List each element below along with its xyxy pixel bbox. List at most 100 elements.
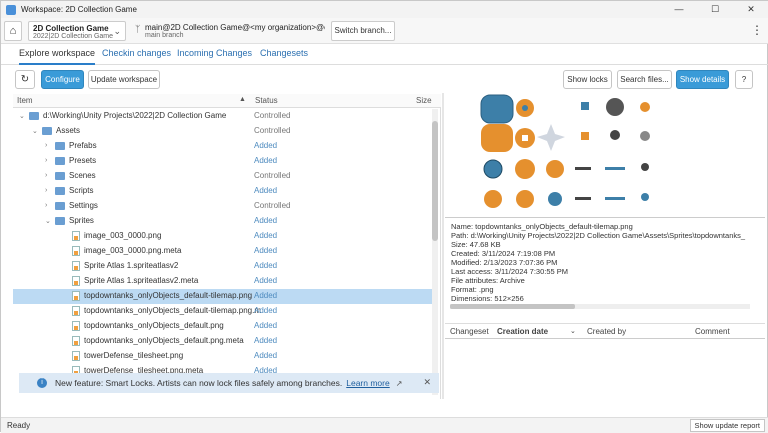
tree-row[interactable]: topdowntanks_onlyObjects_default-tilemap… xyxy=(13,289,433,304)
switch-branch-button[interactable]: Switch branch... xyxy=(331,21,395,41)
tree-row[interactable]: › Scenes Controlled xyxy=(13,169,433,184)
column-size[interactable]: Size xyxy=(416,96,432,105)
tree-row[interactable]: topdowntanks_onlyObjects_default-tilemap… xyxy=(13,304,433,319)
tree-row[interactable]: › Prefabs Added xyxy=(13,139,433,154)
item-name: Assets xyxy=(56,126,81,135)
external-link-icon[interactable]: ↗ xyxy=(396,379,403,388)
item-status: Added xyxy=(254,351,278,360)
branch-name: main@2D Collection Game@<my organization… xyxy=(145,23,325,32)
close-icon[interactable]: ✕ xyxy=(733,1,768,18)
preview-splitter[interactable] xyxy=(445,217,765,218)
app-window: Workspace: 2D Collection Game — ☐ ✕ ⌂ 2D… xyxy=(0,0,768,433)
file-icon xyxy=(72,336,80,346)
item-name: Sprite Atlas 1.spriteatlasv2 xyxy=(84,261,179,270)
folder-icon xyxy=(55,217,65,225)
chevron-right-icon[interactable]: › xyxy=(45,187,47,194)
file-icon xyxy=(72,321,80,331)
item-name: Sprite Atlas 1.spriteatlasv2.meta xyxy=(84,276,199,285)
learn-more-link[interactable]: Learn more xyxy=(346,378,389,388)
chevron-down-icon[interactable]: ⌄ xyxy=(570,327,576,335)
tree-row[interactable]: Sprite Atlas 1.spriteatlasv2.meta Added xyxy=(13,274,433,289)
configure-button[interactable]: Configure xyxy=(41,70,84,89)
chevron-down-icon[interactable]: ⌄ xyxy=(19,112,25,120)
tree-row[interactable]: › Scripts Added xyxy=(13,184,433,199)
tree-row[interactable]: towerDefense_tilesheet.png Added xyxy=(13,349,433,364)
tree-row[interactable]: ⌄ Assets Controlled xyxy=(13,124,433,139)
chevron-down-icon[interactable]: ⌄ xyxy=(45,217,51,225)
close-notice-icon[interactable]: ✕ xyxy=(423,377,431,388)
item-name: topdowntanks_onlyObjects_default.png xyxy=(84,321,224,330)
tree-row[interactable]: image_003_0000.png Added xyxy=(13,229,433,244)
show-details-button[interactable]: Show details xyxy=(676,70,729,89)
maximize-icon[interactable]: ☐ xyxy=(697,1,733,18)
status-text: Ready xyxy=(7,421,31,430)
tab-explore-workspace[interactable]: Explore workspace xyxy=(19,48,96,65)
window-title: Workspace: 2D Collection Game xyxy=(21,5,137,14)
top-bar: ⌂ 2D Collection Game 2022|2D Collection … xyxy=(1,18,768,44)
tab-changesets[interactable]: Changesets xyxy=(260,48,308,65)
image-preview xyxy=(445,93,765,217)
branch-selector[interactable]: ᛉ main@2D Collection Game@<my organizati… xyxy=(131,21,327,41)
tree-row[interactable]: image_003_0000.png.meta Added xyxy=(13,244,433,259)
item-status: Added xyxy=(254,246,278,255)
tab-checkin-changes[interactable]: Checkin changes xyxy=(102,48,171,65)
show-locks-button[interactable]: Show locks xyxy=(563,70,612,89)
info-size: Size: 47.68 KB xyxy=(451,240,501,249)
window-controls: — ☐ ✕ xyxy=(661,1,768,18)
tree-row[interactable]: › Settings Controlled xyxy=(13,199,433,214)
item-status: Controlled xyxy=(254,171,291,180)
item-status: Added xyxy=(254,231,278,240)
item-name: Scripts xyxy=(69,186,94,195)
tree-row[interactable]: Sprite Atlas 1.spriteatlasv2 Added xyxy=(13,259,433,274)
search-files-button[interactable]: Search files... xyxy=(617,70,672,89)
item-status: Added xyxy=(254,216,278,225)
home-icon[interactable]: ⌂ xyxy=(4,21,22,41)
feature-notice: i New feature: Smart Locks. Artists can … xyxy=(19,373,439,393)
chevron-right-icon[interactable]: › xyxy=(45,202,47,209)
tree-scrollbar[interactable] xyxy=(432,109,438,395)
update-workspace-button[interactable]: Update workspace xyxy=(88,70,160,89)
sort-up-icon[interactable]: ▲ xyxy=(239,96,246,103)
column-created-by[interactable]: Created by xyxy=(587,327,626,336)
chevron-down-icon[interactable]: ⌄ xyxy=(32,127,38,135)
file-icon xyxy=(72,231,80,241)
item-name: topdowntanks_onlyObjects_default-tilemap… xyxy=(84,291,253,300)
folder-icon xyxy=(29,112,39,120)
tree-rows: ⌄ d:\Working\Unity Projects\2022|2D Colle… xyxy=(13,109,433,379)
info-scrollbar[interactable] xyxy=(450,304,750,309)
chevron-right-icon[interactable]: › xyxy=(45,172,47,179)
item-status: Added xyxy=(254,291,278,300)
tree-row[interactable]: topdowntanks_onlyObjects_default.png.met… xyxy=(13,334,433,349)
chevron-right-icon[interactable]: › xyxy=(45,157,47,164)
column-comment[interactable]: Comment xyxy=(695,327,730,336)
repository-selector[interactable]: 2D Collection Game 2022|2D Collection Ga… xyxy=(28,21,126,41)
tree-row[interactable]: › Presets Added xyxy=(13,154,433,169)
more-options-icon[interactable]: ⋮ xyxy=(751,23,763,37)
item-status: Added xyxy=(254,156,278,165)
item-name: topdowntanks_onlyObjects_default-tilemap… xyxy=(84,306,261,315)
folder-icon xyxy=(55,202,65,210)
pane-splitter[interactable] xyxy=(442,93,444,399)
item-name: d:\Working\Unity Projects\2022|2D Collec… xyxy=(43,111,227,120)
file-icon xyxy=(72,291,80,301)
column-changeset[interactable]: Changeset xyxy=(450,327,489,336)
item-name: Presets xyxy=(69,156,97,165)
item-status: Added xyxy=(254,336,278,345)
help-icon[interactable]: ? xyxy=(735,70,753,89)
info-attributes: File attributes: Archive xyxy=(451,276,525,285)
workspace-tree-pane: Item ▲ Status Size ⌄ d:\Working\Unity Pro… xyxy=(13,94,441,399)
show-update-report-button[interactable]: Show update report xyxy=(689,419,765,432)
grid-header-line xyxy=(445,338,765,339)
tree-row[interactable]: ⌄ d:\Working\Unity Projects\2022|2D Colle… xyxy=(13,109,433,124)
column-creation-date[interactable]: Creation date xyxy=(497,327,548,336)
tree-row[interactable]: topdowntanks_onlyObjects_default.png Adde… xyxy=(13,319,433,334)
chevron-right-icon[interactable]: › xyxy=(45,142,47,149)
refresh-icon[interactable]: ↻ xyxy=(15,70,35,89)
column-item[interactable]: Item xyxy=(17,96,33,105)
toolbar: ↻ Configure Update workspace Show locks … xyxy=(1,67,768,93)
item-status: Added xyxy=(254,261,278,270)
tab-incoming-changes[interactable]: Incoming Changes xyxy=(177,48,252,65)
column-status[interactable]: Status xyxy=(255,96,278,105)
minimize-icon[interactable]: — xyxy=(661,1,697,18)
tree-row[interactable]: ⌄ Sprites Added xyxy=(13,214,433,229)
